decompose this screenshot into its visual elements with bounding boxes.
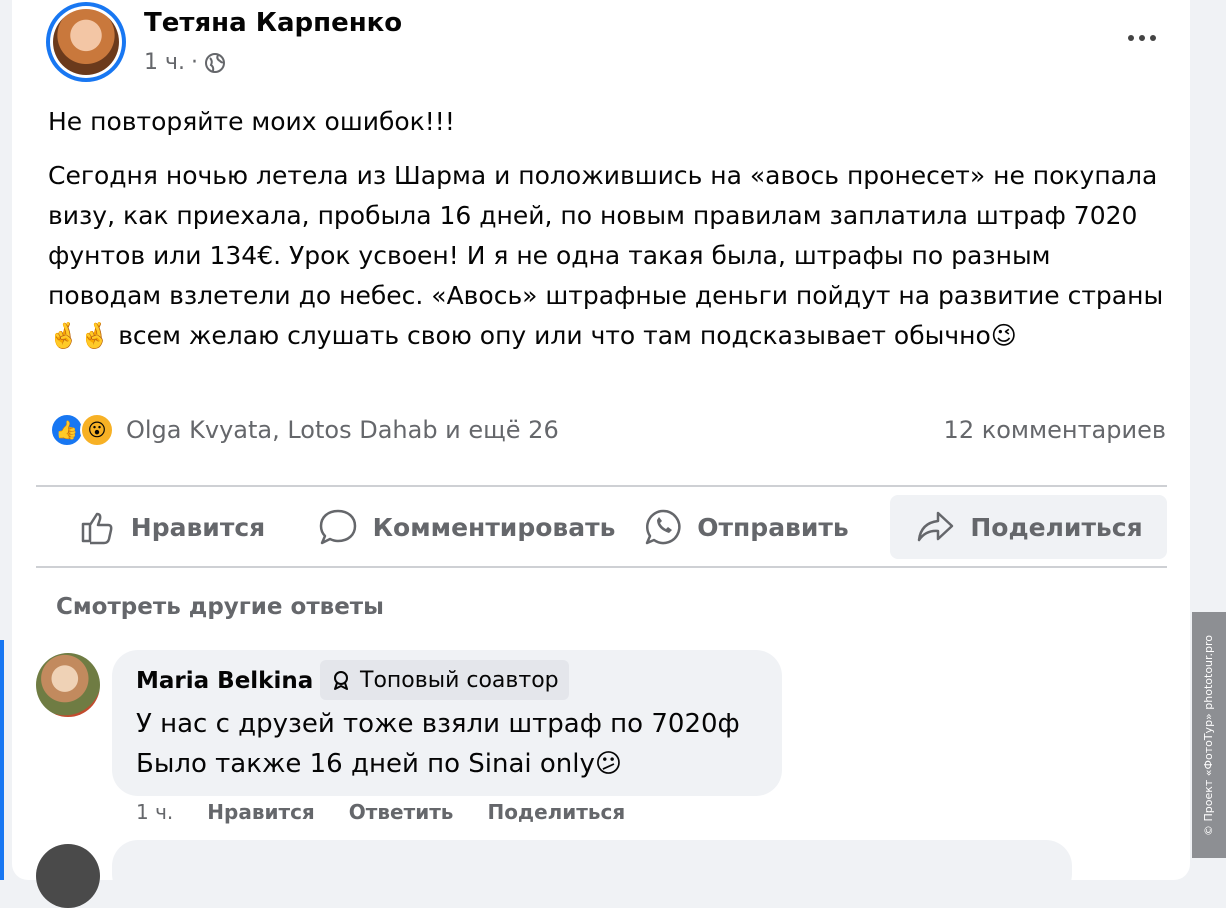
- comment-label: Комментировать: [372, 512, 616, 542]
- avatar-photo: [53, 9, 119, 75]
- like-button[interactable]: Нравится: [36, 495, 306, 559]
- comment-line-1: У нас с друзей тоже взяли штраф по 7020ф: [136, 709, 740, 739]
- post-actions: Нравится Комментировать Отправить Подели…: [36, 495, 1167, 559]
- comment-author[interactable]: Maria Belkina: [136, 668, 313, 694]
- post-time[interactable]: 1 ч.: [144, 50, 185, 75]
- like-reaction-icon: 👍: [50, 413, 84, 447]
- whatsapp-icon: [646, 509, 681, 545]
- like-label: Нравится: [130, 512, 266, 542]
- next-comment-avatar[interactable]: [36, 844, 100, 908]
- divider: [36, 566, 1167, 568]
- post-paragraph-2: Сегодня ночью летела из Шарма и положивш…: [48, 161, 1164, 350]
- comment-reply-button[interactable]: Ответить: [349, 800, 454, 824]
- comment-actions: 1 ч. Нравится Ответить Поделиться: [136, 800, 625, 824]
- meta-separator: ·: [190, 50, 198, 75]
- share-icon: [918, 511, 954, 542]
- watermark: © Проект «ФотоТур» phototour.pro: [1192, 612, 1226, 858]
- watermark-text: © Проект «ФотоТур» phototour.pro: [1202, 634, 1216, 836]
- comment-bubble: Maria Belkina Топовый соавтор У нас с др…: [112, 650, 782, 796]
- comment-text: У нас с друзей тоже взяли штраф по 7020ф…: [136, 704, 740, 784]
- post-body: Не повторяйте моих ошибок!!! Сегодня ноч…: [48, 102, 1168, 370]
- see-more-replies[interactable]: Смотреть другие ответы: [56, 594, 384, 620]
- send-button[interactable]: Отправить: [626, 495, 866, 559]
- globe-icon: [204, 52, 225, 73]
- like-icon: [81, 512, 113, 545]
- comment-line-2: Было также 16 дней по Sinai only😕: [136, 749, 623, 779]
- comments-count[interactable]: 12 комментариев: [944, 416, 1166, 444]
- wow-reaction-icon: 😮: [80, 413, 114, 447]
- reactions-summary[interactable]: 👍 😮 Olga Kvyata, Lotos Dahab и ещё 26: [50, 413, 559, 447]
- send-label: Отправить: [697, 512, 849, 542]
- top-contributor-badge[interactable]: Топовый соавтор: [320, 660, 569, 700]
- thread-line: [0, 640, 4, 880]
- comment-share-button[interactable]: Поделиться: [487, 800, 625, 824]
- post-paragraph-1: Не повторяйте моих ошибок!!!: [48, 107, 455, 136]
- comment-avatar[interactable]: [36, 653, 100, 717]
- badge-label: Топовый соавтор: [360, 667, 559, 693]
- divider: [36, 485, 1167, 487]
- comment-button[interactable]: Комментировать: [306, 495, 626, 559]
- next-comment-bubble: [112, 840, 1072, 900]
- author-avatar[interactable]: [46, 2, 126, 82]
- author-name[interactable]: Тетяна Карпенко: [144, 8, 402, 38]
- comment-icon: [319, 509, 356, 545]
- reaction-names[interactable]: Olga Kvyata, Lotos Dahab и ещё 26: [126, 416, 559, 444]
- post-meta: 1 ч. ·: [144, 50, 226, 75]
- share-label: Поделиться: [970, 512, 1143, 542]
- badge-icon: [334, 671, 348, 690]
- comment-time[interactable]: 1 ч.: [136, 800, 173, 824]
- share-button[interactable]: Поделиться: [890, 495, 1167, 559]
- more-icon[interactable]: [1122, 20, 1162, 56]
- comment-like-button[interactable]: Нравится: [207, 800, 315, 824]
